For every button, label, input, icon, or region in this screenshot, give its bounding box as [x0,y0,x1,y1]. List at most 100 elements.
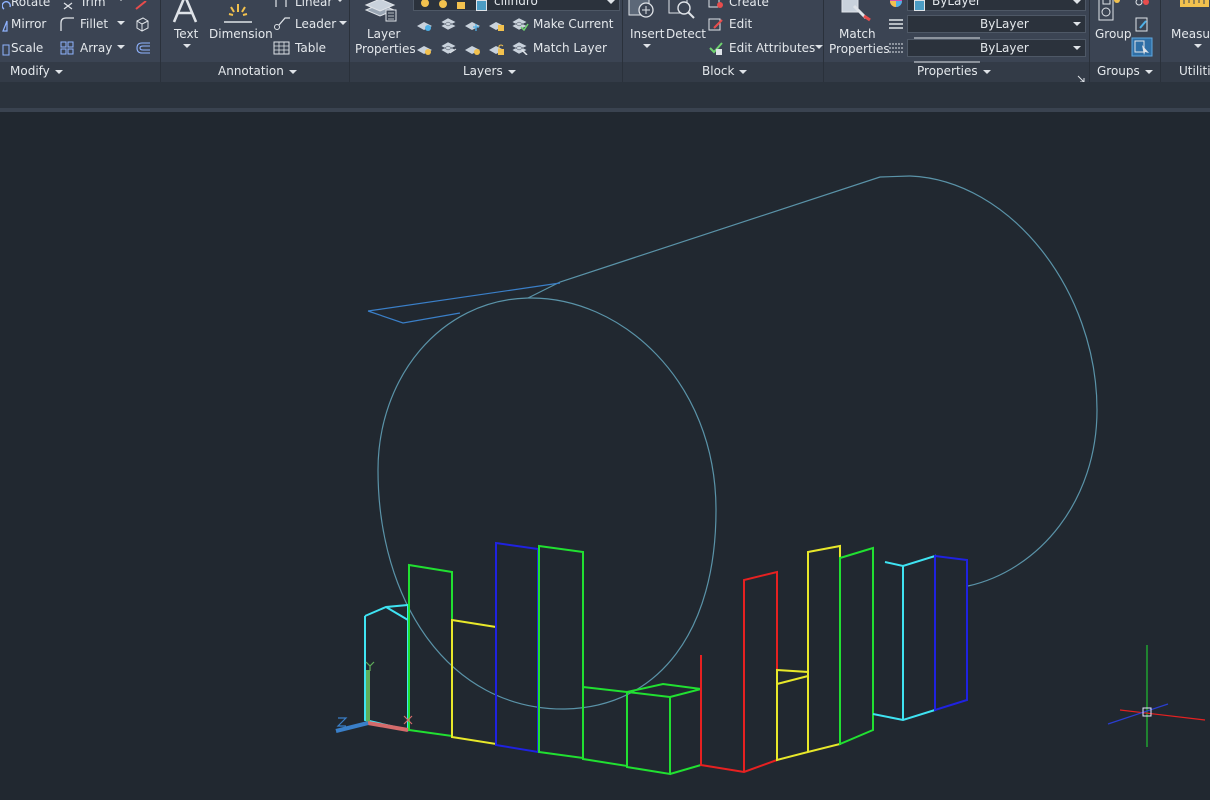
layer-thaw-icon[interactable] [464,40,482,59]
linear-button[interactable]: Linear [295,0,332,9]
fillet-button[interactable]: Fillet [80,17,108,31]
match-properties-line1[interactable]: Match [839,27,876,41]
annotation-expand-icon[interactable] [288,69,297,74]
fillet-icon[interactable] [59,16,75,36]
layer-dropdown[interactable]: cilindro [413,0,620,11]
trim-dropdown-icon[interactable] [117,0,125,1]
bar-green-5[interactable] [839,546,874,746]
group-edit-icon[interactable] [1134,16,1150,36]
sun-icon[interactable] [438,0,448,14]
layer-isolate-icon[interactable] [440,16,458,35]
layer-unisolate-icon[interactable] [440,40,458,59]
array-dropdown-icon[interactable] [117,45,125,49]
groups-panel-label[interactable]: Groups [1097,64,1153,78]
insert-dropdown-icon[interactable] [643,44,651,48]
bar-green-4[interactable] [626,682,702,776]
group-icon[interactable] [1097,0,1123,26]
edit-block-button[interactable]: Edit [729,17,752,31]
make-current-button[interactable]: Make Current [533,17,614,31]
leader-dropdown-icon[interactable] [339,21,347,25]
3d-box-icon[interactable] [134,16,150,36]
linetype-dropdown-arrow-icon[interactable] [1073,46,1081,50]
scale-icon[interactable] [2,41,10,60]
linetype-dropdown[interactable]: ByLayer [907,39,1086,63]
detect-button[interactable]: Detect [666,27,706,41]
offset-icon[interactable] [134,40,152,60]
layer-dropdown-arrow-icon[interactable] [607,0,615,4]
block-expand-icon[interactable] [739,69,748,74]
bar-cyan-right[interactable] [872,554,936,722]
match-layer-icon[interactable] [511,40,529,59]
layer-freeze-icon[interactable] [464,16,482,35]
color-dropdown[interactable]: ByLayer [907,0,1086,11]
properties-expand-icon[interactable] [982,69,991,74]
linear-dropdown-icon[interactable] [336,0,344,2]
cylinder-front-circle[interactable] [377,297,717,710]
bar-yellow-1[interactable] [451,618,497,746]
cylinder-back-arc[interactable] [909,175,1098,587]
measure-button[interactable]: Measure [1171,27,1210,41]
drawing-canvas[interactable] [0,112,1210,800]
bar-green-3[interactable] [582,685,628,768]
layer-unlock-icon[interactable] [488,40,506,59]
array-icon[interactable] [59,40,75,60]
layer-lock-icon[interactable] [488,16,506,35]
layers-panel-label[interactable]: Layers [463,64,516,78]
layer-on-icon[interactable] [416,40,434,59]
annotation-panel-label[interactable]: Annotation [218,64,297,78]
bar-blue-1[interactable] [495,541,539,754]
groups-expand-icon[interactable] [1144,69,1153,74]
detect-icon[interactable] [666,0,700,26]
text-button[interactable]: Text [174,27,198,41]
layer-properties-icon[interactable] [364,0,400,26]
match-properties-icon[interactable] [840,0,872,26]
lineweight-dropdown-arrow-icon[interactable] [1073,22,1081,26]
utilities-panel-label[interactable]: Utilities [1179,64,1210,78]
table-icon[interactable] [273,40,290,59]
trim-button[interactable]: Trim [80,0,106,9]
array-button[interactable]: Array [80,41,112,55]
properties-panel-label[interactable]: Properties [917,64,991,78]
bar-yellow-2[interactable] [776,544,841,762]
modify-panel-label[interactable]: Modify [10,64,63,78]
bar-red[interactable] [700,570,778,774]
measure-icon[interactable] [1179,0,1210,16]
create-block-button[interactable]: Create [729,0,769,9]
edit-block-icon[interactable] [708,16,724,36]
layer-off-icon[interactable] [416,16,434,35]
trim-icon[interactable] [62,0,74,15]
color-dropdown-arrow-icon[interactable] [1073,0,1081,4]
erase-icon[interactable] [134,0,150,15]
bar-green-2[interactable] [538,544,584,760]
leader-icon[interactable] [273,15,291,35]
edit-attributes-button[interactable]: Edit Attributes [729,41,815,55]
scale-button[interactable]: Scale [11,41,43,55]
match-properties-line2[interactable]: Properties [829,42,890,56]
cylinder-top-line[interactable] [527,175,911,299]
dimension-icon[interactable] [222,0,254,28]
insert-button[interactable]: Insert [630,27,664,41]
make-current-icon[interactable] [511,16,529,35]
group-selection-toggle-icon[interactable] [1131,37,1153,61]
bar-group[interactable] [364,541,968,776]
layer-properties-line2[interactable]: Properties [355,42,416,56]
mirror-button[interactable]: Mirror [11,17,46,31]
table-button[interactable]: Table [295,41,326,55]
edit-attributes-dropdown-icon[interactable] [815,45,823,49]
layers-expand-icon[interactable] [507,69,516,74]
text-icon[interactable] [171,0,199,28]
dimension-button[interactable]: Dimension [209,27,273,41]
create-block-icon[interactable] [708,0,724,13]
group-button[interactable]: Group [1095,27,1132,41]
text-dropdown-icon[interactable] [183,44,191,48]
drawing-viewport[interactable] [0,108,1210,800]
lineweight-dropdown[interactable]: ByLayer [907,15,1086,39]
ungroup-icon[interactable] [1134,0,1150,13]
cylinder-wireframe[interactable] [367,175,1098,710]
linear-dimension-icon[interactable] [272,0,290,13]
fillet-dropdown-icon[interactable] [117,21,125,25]
leader-button[interactable]: Leader [295,17,336,31]
modify-expand-icon[interactable] [54,69,63,74]
insert-icon[interactable] [628,0,660,26]
bar-cyan-left[interactable] [364,603,409,732]
